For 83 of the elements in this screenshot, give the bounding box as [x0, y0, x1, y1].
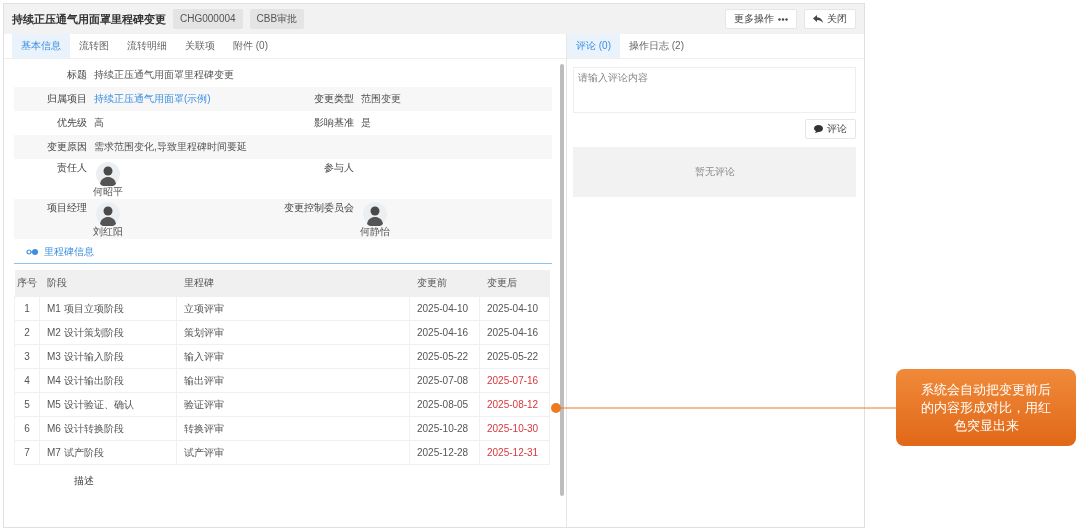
field-label: 项目经理	[46, 202, 88, 214]
field-label: 描述	[73, 475, 94, 487]
table-cell: 2025-08-05	[409, 392, 480, 417]
section-title: 里程碑信息	[44, 246, 94, 258]
field-label: 优先级	[56, 117, 88, 129]
table-cell: 2025-07-08	[409, 368, 480, 393]
chat-bubble-icon	[814, 125, 823, 133]
comment-button[interactable]: 评论	[805, 119, 856, 139]
field-label: 变更类型	[313, 93, 355, 105]
avatar-icon	[96, 202, 120, 226]
more-icon	[778, 17, 788, 21]
table-cell: M5 设计验证、确认	[39, 392, 177, 417]
table-cell: 2025-05-22	[409, 344, 480, 369]
milestone-icon	[26, 249, 38, 255]
table-cell: 2025-04-16	[479, 320, 550, 345]
project-link[interactable]: 持续正压通气用面罩(示例)	[94, 93, 278, 105]
table-cell: 2025-08-12	[479, 392, 550, 417]
tab[interactable]: 附件 (0)	[224, 34, 277, 58]
tag: CHG000004	[173, 9, 243, 29]
field-value: 范围变更	[361, 93, 402, 105]
table-cell: 输入评审	[176, 344, 410, 369]
column-header: 变更后	[479, 270, 550, 297]
table-cell: 2025-04-10	[479, 296, 550, 321]
tab[interactable]: 流转明细	[118, 34, 176, 58]
table-cell: 3	[14, 344, 40, 369]
page-title: 持续正压通气用面罩里程碑变更	[12, 13, 166, 25]
field-label: 归属项目	[46, 93, 88, 105]
scrollbar[interactable]	[560, 64, 564, 496]
field-label: 标题	[66, 69, 88, 81]
tab[interactable]: 流转图	[70, 34, 118, 58]
column-header: 阶段	[39, 270, 177, 297]
callout-note: 系统会自动把变更前后的内容形成对比，用红色突显出来	[896, 369, 1076, 446]
table-cell: 立项评审	[176, 296, 410, 321]
table-cell: M7 试产阶段	[39, 440, 177, 465]
table-cell: M3 设计输入阶段	[39, 344, 177, 369]
table-cell: 2025-10-30	[479, 416, 550, 441]
avatar-icon	[363, 202, 387, 226]
column-header: 变更前	[409, 270, 480, 297]
field-value: 高	[94, 117, 105, 129]
table-cell: 5	[14, 392, 40, 417]
tab[interactable]: 操作日志 (2)	[620, 34, 693, 58]
comment-field[interactable]: 请输入评论内容	[573, 67, 856, 113]
table-cell: 验证评审	[176, 392, 410, 417]
avatar-icon	[96, 162, 120, 186]
more-actions-button[interactable]: 更多操作	[725, 9, 797, 29]
tag: CBB审批	[249, 9, 305, 29]
table-cell: 4	[14, 368, 40, 393]
table-cell: 2025-04-16	[409, 320, 480, 345]
table-cell: 2025-04-10	[409, 296, 480, 321]
table-cell: M2 设计策划阶段	[39, 320, 177, 345]
field-label: 变更原因	[46, 141, 88, 153]
table-cell: 2	[14, 320, 40, 345]
table-cell: 2025-12-28	[409, 440, 480, 465]
field-value: 持续正压通气用面罩里程碑变更	[94, 69, 235, 81]
table-cell: M1 项目立项阶段	[39, 296, 177, 321]
person-name: 何昭平	[93, 186, 123, 198]
field-value: 需求范围变化,导致里程碑时间要延	[94, 141, 248, 153]
table-cell: 2025-07-16	[479, 368, 550, 393]
table-cell: 试产评审	[176, 440, 410, 465]
empty-message: 暂无评论	[694, 166, 735, 178]
field-value: 是	[361, 117, 372, 129]
column-header: 序号	[14, 270, 40, 297]
table-cell: M4 设计输出阶段	[39, 368, 177, 393]
reply-arrow-icon	[813, 15, 823, 23]
close-button[interactable]: 关闭	[804, 9, 856, 29]
tab[interactable]: 关联项	[176, 34, 224, 58]
person-name: 何静怡	[360, 226, 390, 238]
field-label: 变更控制委员会	[283, 202, 355, 214]
table-cell: 1	[14, 296, 40, 321]
table-cell: 2025-05-22	[479, 344, 550, 369]
table-cell: 2025-12-31	[479, 440, 550, 465]
column-header: 里程碑	[176, 270, 410, 297]
table-cell: 转换评审	[176, 416, 410, 441]
field-label: 参与人	[323, 162, 355, 174]
field-label: 影响基准	[313, 117, 355, 129]
table-cell: 输出评审	[176, 368, 410, 393]
table-cell: 7	[14, 440, 40, 465]
person-name: 刘红阳	[93, 226, 123, 238]
field-label: 责任人	[56, 162, 88, 174]
table-cell: 策划评审	[176, 320, 410, 345]
table-cell: 2025-10-28	[409, 416, 480, 441]
table-cell: M6 设计转换阶段	[39, 416, 177, 441]
table-cell: 6	[14, 416, 40, 441]
